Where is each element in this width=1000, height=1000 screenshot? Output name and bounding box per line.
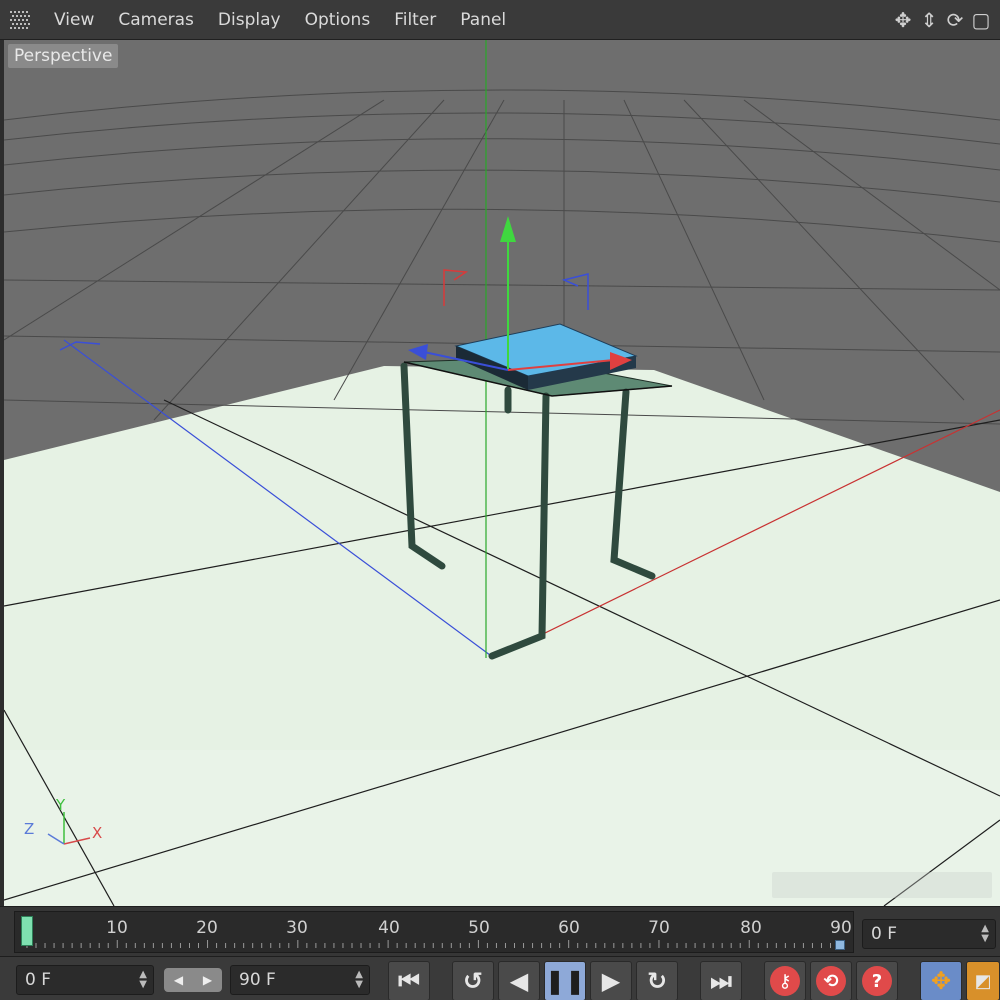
current-frame-field[interactable]: 0 F ▲ ▼: [862, 919, 996, 949]
viewport-scene: [4, 40, 1000, 906]
menu-view[interactable]: View: [42, 0, 106, 40]
shift-right-icon[interactable]: ▶: [203, 973, 212, 987]
timeline-ruler[interactable]: 10 20 30 40 50 60 70 80 90: [14, 911, 854, 953]
step-forward-icon: ▶: [601, 967, 621, 995]
record-button[interactable]: ⚷: [764, 961, 806, 1000]
stepper-icon[interactable]: ▲ ▼: [355, 970, 363, 990]
next-key-button[interactable]: ↻: [636, 961, 678, 1000]
grid-spacing-overlay: [772, 872, 992, 898]
shift-left-icon[interactable]: ◀: [174, 973, 183, 987]
tick-label: 20: [196, 918, 218, 938]
step-back-icon: ◀: [509, 967, 529, 995]
menu-panel[interactable]: Panel: [448, 0, 518, 40]
scale-icon: ◩: [974, 970, 992, 992]
timeline-ticks: [26, 940, 841, 948]
step-forward-button[interactable]: ▶: [590, 961, 632, 1000]
menu-filter[interactable]: Filter: [382, 0, 448, 40]
end-frame-field[interactable]: 90 F ▲ ▼: [230, 965, 370, 995]
playback-controls: 0 F ▲ ▼ ◀ ▶ 90 F ▲ ▼ ⏮ ↺ ◀ ❚❚ ▶ ↻ ⏭ ⚷ ⟲ ? …: [0, 956, 1000, 1000]
orientation-x-label: X: [92, 824, 103, 842]
tick-label: 70: [648, 918, 670, 938]
panel-grip-icon[interactable]: [10, 10, 32, 29]
pause-icon: ❚❚: [544, 967, 586, 995]
menu-options[interactable]: Options: [293, 0, 383, 40]
auto-key-button[interactable]: ⟲: [810, 961, 852, 1000]
tick-label: 50: [468, 918, 490, 938]
toggle-view-icon[interactable]: ▢: [970, 8, 992, 32]
next-key-icon: ↻: [646, 967, 668, 995]
move-tool-button[interactable]: ✥: [920, 961, 962, 1000]
previous-key-button[interactable]: ↺: [452, 961, 494, 1000]
go-to-start-button[interactable]: ⏮: [388, 961, 430, 1000]
perspective-viewport[interactable]: Perspective Z Y X: [4, 40, 1000, 906]
timeline-bar: 10 20 30 40 50 60 70 80 90 0 F ▲ ▼: [0, 906, 1000, 956]
orientation-z-label: Z: [24, 820, 35, 838]
range-shift-buttons[interactable]: ◀ ▶: [164, 968, 222, 992]
current-frame-value: 0 F: [871, 924, 897, 944]
question-icon: ?: [862, 966, 892, 996]
tick-label: 40: [378, 918, 400, 938]
timeline-end-marker[interactable]: [835, 940, 845, 950]
key-record-icon: ⚷: [770, 966, 800, 996]
menu-display[interactable]: Display: [206, 0, 293, 40]
stepper-icon[interactable]: ▲ ▼: [981, 924, 989, 944]
camera-label[interactable]: Perspective: [8, 44, 119, 68]
tick-label: 90: [830, 918, 852, 938]
previous-key-icon: ↺: [462, 967, 484, 995]
skip-back-icon: ⏮: [398, 967, 420, 995]
scale-tool-button[interactable]: ◩: [966, 961, 1000, 1000]
skip-forward-icon: ⏭: [710, 967, 732, 995]
pause-button[interactable]: ❚❚: [544, 961, 586, 1000]
timeline-playhead[interactable]: [21, 916, 33, 946]
menu-bar: View Cameras Display Options Filter Pane…: [0, 0, 1000, 40]
view-navigation: ✥ ⇕ ⟳ ▢: [892, 0, 992, 40]
end-frame-value: 90 F: [239, 970, 276, 990]
tick-label: 80: [740, 918, 762, 938]
menu-cameras[interactable]: Cameras: [106, 0, 206, 40]
go-to-end-button[interactable]: ⏭: [700, 961, 742, 1000]
tick-label: 30: [286, 918, 308, 938]
step-back-button[interactable]: ◀: [498, 961, 540, 1000]
orientation-y-label: Y: [56, 796, 66, 814]
key-help-button[interactable]: ?: [856, 961, 898, 1000]
start-frame-value: 0 F: [25, 970, 51, 990]
start-frame-field[interactable]: 0 F ▲ ▼: [16, 965, 154, 995]
move-icon: ✥: [930, 967, 952, 995]
auto-key-icon: ⟲: [816, 966, 846, 996]
move-view-icon[interactable]: ✥: [892, 8, 914, 32]
tick-label: 60: [558, 918, 580, 938]
zoom-view-icon[interactable]: ⇕: [918, 8, 940, 32]
tick-label: 10: [106, 918, 128, 938]
rotate-view-icon[interactable]: ⟳: [944, 8, 966, 32]
stepper-icon[interactable]: ▲ ▼: [139, 970, 147, 990]
